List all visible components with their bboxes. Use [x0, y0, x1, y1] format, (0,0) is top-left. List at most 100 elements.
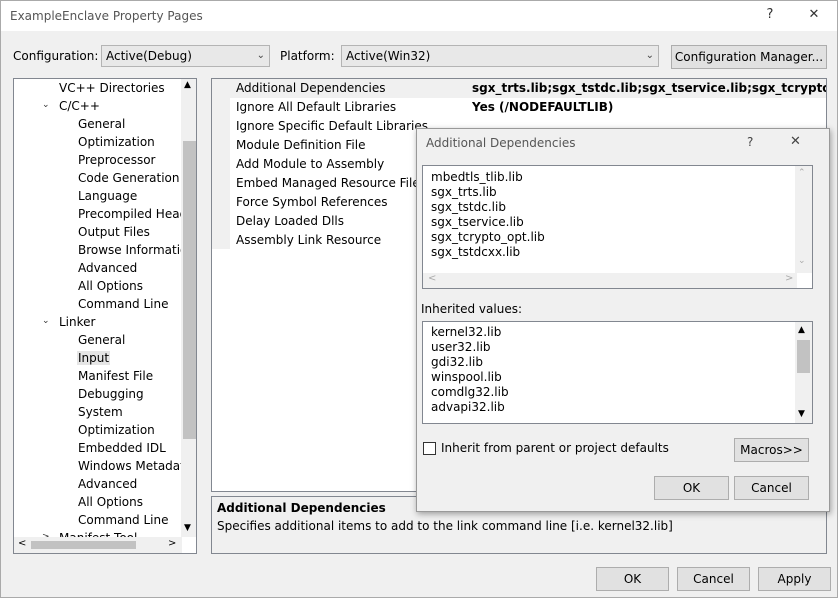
tree-item[interactable]: Browse Information [77, 243, 196, 257]
list-item: winspool.lib [431, 370, 502, 384]
configuration-label: Configuration: [13, 49, 99, 63]
dialog-title: Additional Dependencies [426, 136, 576, 150]
tree-item[interactable]: Linker [58, 315, 96, 329]
chevron-down-icon: ⌄ [645, 50, 654, 61]
scroll-right-icon[interactable]: > [168, 538, 176, 549]
property-name: Assembly Link Resource [236, 233, 382, 247]
tree-item[interactable]: Advanced [77, 477, 138, 491]
tree-item[interactable]: General [77, 117, 126, 131]
property-value[interactable]: sgx_trts.lib;sgx_tstdc.lib;sgx_tservice.… [472, 81, 826, 95]
scroll-left-icon[interactable]: < [428, 273, 436, 284]
list-item: sgx_tservice.lib [431, 215, 524, 229]
scroll-down-icon[interactable]: ▼ [798, 409, 805, 419]
tree-item[interactable]: VC++ Directories [58, 81, 166, 95]
close-button[interactable]: ✕ [800, 7, 828, 22]
scroll-up-icon[interactable]: ▲ [798, 325, 805, 335]
dialog-close-button[interactable]: ✕ [790, 134, 801, 149]
description-title: Additional Dependencies [217, 501, 386, 515]
property-row[interactable]: Ignore All Default Libraries Yes (/NODEFA… [212, 98, 826, 117]
inherited-values-list[interactable]: kernel32.lib user32.lib gdi32.lib winspool.… [422, 321, 813, 424]
property-name: Add Module to Assembly [236, 157, 385, 171]
configuration-manager-button[interactable]: Configuration Manager... [671, 45, 827, 69]
list-item: kernel32.lib [431, 325, 502, 339]
property-tree[interactable]: VC++ Directories ⌄ C/C++ General Optimizatio… [13, 78, 197, 554]
list-item: advapi32.lib [431, 400, 505, 414]
editbox-vertical-scrollbar[interactable]: ⌃ ⌄ [795, 166, 812, 273]
platform-label: Platform: [280, 49, 335, 63]
tree-item[interactable]: Embedded IDL [77, 441, 167, 455]
platform-select[interactable]: Active(Win32) ⌄ [341, 45, 659, 67]
scroll-down-icon[interactable]: ▼ [184, 523, 191, 533]
tree-scroll-thumb[interactable] [183, 141, 196, 439]
tree-item[interactable]: Debugging [77, 387, 145, 401]
tree-item[interactable]: Optimization [77, 135, 156, 149]
tree-item[interactable]: Preprocessor [77, 153, 156, 167]
tree-item[interactable]: Windows Metadata [77, 459, 193, 473]
additional-dependencies-dialog: Additional Dependencies ? ✕ mbedtls_tlib… [416, 128, 830, 512]
cancel-button[interactable]: Cancel [677, 567, 750, 591]
chevron-down-icon: ⌄ [256, 50, 265, 61]
list-item: gdi32.lib [431, 355, 483, 369]
tree-item[interactable]: Input [77, 351, 111, 365]
expand-toggle-icon[interactable]: ⌄ [42, 100, 50, 110]
platform-value: Active(Win32) [346, 49, 431, 63]
tree-item[interactable]: General [77, 333, 126, 347]
property-name: Delay Loaded Dlls [236, 214, 344, 228]
list-item: comdlg32.lib [431, 385, 509, 399]
property-name: Ignore Specific Default Libraries [236, 119, 428, 133]
configuration-value: Active(Debug) [106, 49, 192, 63]
macros-button[interactable]: Macros>> [734, 438, 809, 462]
dependencies-editbox[interactable]: mbedtls_tlib.lib sgx_trts.lib sgx_tstdc.li… [422, 165, 813, 289]
configuration-select[interactable]: Active(Debug) ⌄ [101, 45, 270, 67]
tree-item[interactable]: Code Generation [77, 171, 180, 185]
list-item: user32.lib [431, 340, 491, 354]
scroll-left-icon[interactable]: < [18, 538, 26, 549]
tree-item[interactable]: C/C++ [58, 99, 101, 113]
inherited-scroll-thumb[interactable] [797, 340, 810, 373]
tree-item[interactable]: Precompiled Heade [77, 207, 196, 221]
tree-item[interactable]: Optimization [77, 423, 156, 437]
dialog-ok-button[interactable]: OK [654, 476, 729, 500]
property-name: Additional Dependencies [236, 81, 386, 95]
tree-item[interactable]: Command Line [77, 513, 170, 527]
dialog-cancel-button[interactable]: Cancel [734, 476, 809, 500]
inherit-checkbox[interactable] [423, 442, 436, 455]
property-name: Force Symbol References [236, 195, 388, 209]
tree-horizontal-scrollbar[interactable]: < > [14, 537, 182, 553]
tree-vertical-scrollbar[interactable]: ▲ ▼ [181, 79, 196, 537]
property-name: Module Definition File [236, 138, 366, 152]
tree-item[interactable]: Language [77, 189, 138, 203]
dialog-help-button[interactable]: ? [747, 135, 753, 149]
editbox-horizontal-scrollbar[interactable]: < > [423, 273, 797, 288]
tree-hscroll-thumb[interactable] [31, 541, 136, 549]
expand-toggle-icon[interactable]: ⌄ [42, 316, 50, 326]
tree-item[interactable]: All Options [77, 495, 144, 509]
inherit-checkbox-label: Inherit from parent or project defaults [441, 441, 669, 455]
property-value[interactable]: Yes (/NODEFAULTLIB) [472, 100, 613, 114]
inherited-values-label: Inherited values: [421, 302, 522, 316]
list-item: sgx_tcrypto_opt.lib [431, 230, 545, 244]
help-button[interactable]: ? [756, 7, 784, 22]
tree-item[interactable]: System [77, 405, 124, 419]
property-name: Ignore All Default Libraries [236, 100, 397, 114]
list-item: sgx_tstdc.lib [431, 200, 506, 214]
scroll-down-icon[interactable]: ⌄ [798, 256, 806, 266]
scroll-up-icon[interactable]: ▲ [184, 80, 191, 90]
ok-button[interactable]: OK [596, 567, 669, 591]
list-item: sgx_trts.lib [431, 185, 497, 199]
tree-item[interactable]: Command Line [77, 297, 170, 311]
window-title: ExampleEnclave Property Pages [10, 9, 203, 23]
property-name: Embed Managed Resource File [236, 176, 420, 190]
list-item: sgx_tstdcxx.lib [431, 245, 521, 259]
tree-item[interactable]: Advanced [77, 261, 138, 275]
description-text: Specifies additional items to add to the… [217, 519, 673, 533]
scroll-up-icon[interactable]: ⌃ [798, 168, 806, 178]
inherited-vertical-scrollbar[interactable]: ▲ ▼ [795, 322, 812, 423]
tree-item[interactable]: All Options [77, 279, 144, 293]
title-bar: ExampleEnclave Property Pages ? ✕ [1, 1, 837, 31]
apply-button[interactable]: Apply [758, 567, 831, 591]
tree-item[interactable]: Output Files [77, 225, 151, 239]
scroll-right-icon[interactable]: > [785, 273, 793, 284]
property-row[interactable]: Additional Dependencies sgx_trts.lib;sgx_… [212, 79, 826, 98]
tree-item[interactable]: Manifest File [77, 369, 154, 383]
